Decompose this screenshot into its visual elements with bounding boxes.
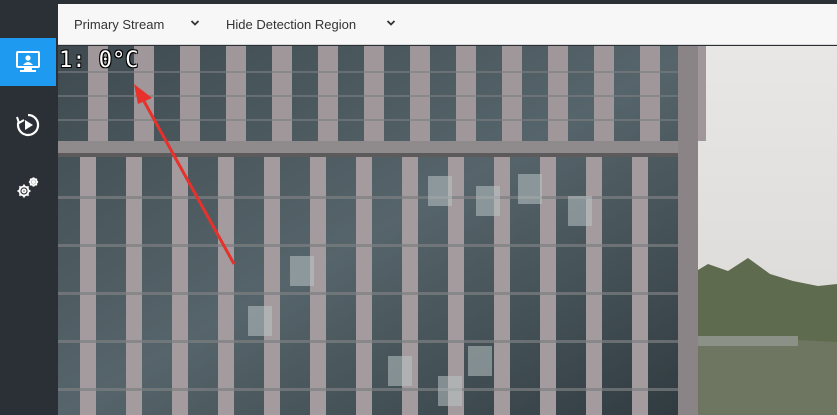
stream-select[interactable]: Primary Stream <box>74 4 202 44</box>
temperature-osd-text: 1: 0°C <box>59 48 139 73</box>
chevron-down-icon <box>190 20 200 26</box>
detection-region-select[interactable]: Hide Detection Region <box>226 4 398 44</box>
camera-scene-image <box>58 46 837 415</box>
chevron-down-icon <box>386 20 396 26</box>
sidebar <box>0 0 56 415</box>
detection-region-select-value: Hide Detection Region <box>226 16 357 32</box>
playback-icon <box>16 113 40 137</box>
live-video-feed[interactable]: 1: 0°C <box>58 46 837 415</box>
video-toolbar: Primary Stream Hide Detection Region <box>58 4 837 45</box>
sidebar-item-playback[interactable] <box>0 101 56 149</box>
sidebar-item-live-view[interactable] <box>0 38 56 86</box>
live-view-icon <box>16 51 40 72</box>
stream-select-value: Primary Stream <box>74 16 165 32</box>
sidebar-item-settings[interactable] <box>0 164 56 212</box>
settings-gears-icon <box>17 177 39 198</box>
main-panel: Primary Stream Hide Detection Region 1: … <box>56 0 837 415</box>
